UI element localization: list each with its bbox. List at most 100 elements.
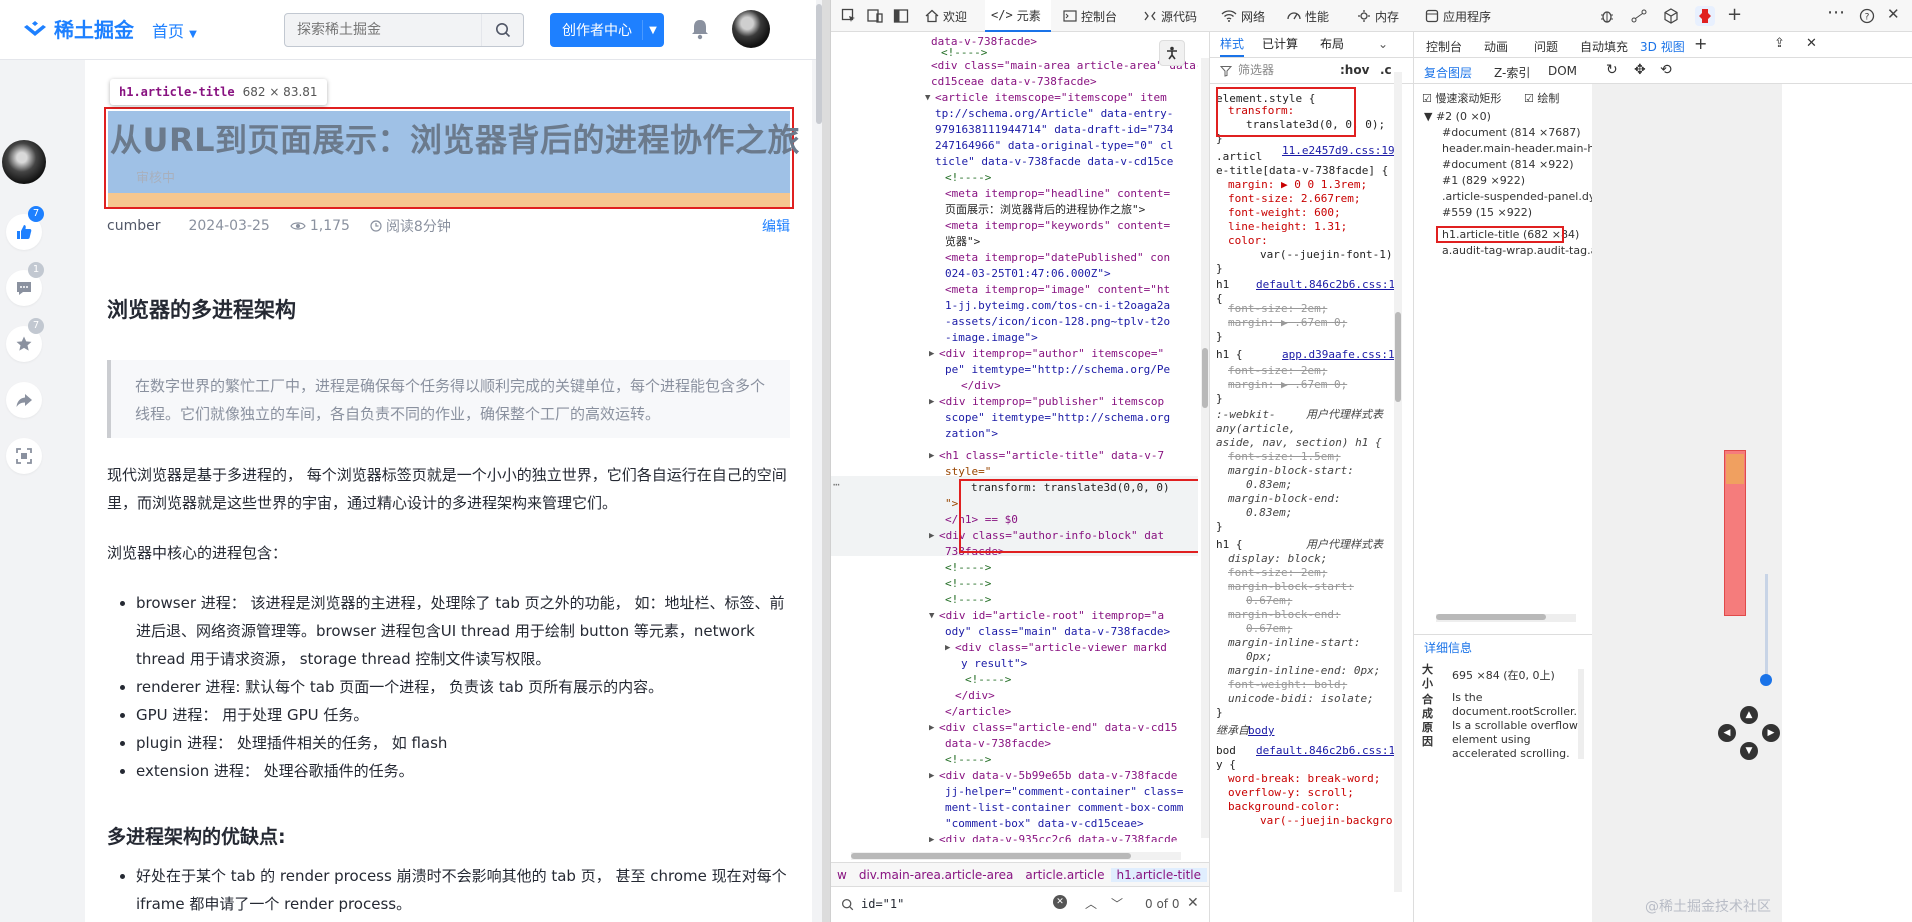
dom-node-line[interactable]: ody" class="main" data-v-738facde> [945, 624, 1170, 640]
drawer-tab-3d-view[interactable]: 3D 视图 [1640, 38, 1685, 55]
dom-node-line[interactable]: </article> [945, 704, 1011, 720]
expand-right-icon[interactable]: ▶ [929, 720, 934, 736]
tab-composited-layers[interactable]: 复合图层 [1424, 64, 1472, 81]
checkbox-paint[interactable]: ☑ 绘制 [1524, 90, 1559, 106]
css-property[interactable]: margin: ▶ 0 0 1.3rem; [1228, 178, 1367, 193]
close-devtools-icon[interactable]: ✕ [1887, 5, 1900, 23]
css-property-overridden[interactable]: font-size: 2em; [1228, 364, 1327, 379]
edit-link[interactable]: 编辑 [762, 216, 790, 236]
search-input[interactable] [285, 14, 485, 46]
dom-node-line[interactable]: <article itemscope="itemscope" item [935, 90, 1167, 106]
pan-left-icon[interactable]: ◀ [1718, 724, 1736, 742]
extension-red-icon[interactable] [1695, 6, 1715, 26]
stylesheet-link[interactable]: 11.e2457d9.css:19 [1282, 144, 1395, 159]
notification-bell-icon[interactable] [690, 18, 710, 40]
layer-3d-title[interactable] [1726, 454, 1744, 484]
drawer-tab-issues[interactable]: 问题 [1534, 38, 1558, 55]
drawer-tab-autofill[interactable]: 自动填充 [1580, 38, 1628, 55]
breadcrumb-item[interactable]: div.main-area.article-area [853, 868, 1020, 882]
dom-node-line[interactable]: <div class="main-area article-area" data… [931, 58, 1198, 74]
dom-node-line[interactable]: <h1 class="article-title" data-v-7 [939, 448, 1164, 464]
css-property[interactable]: margin-block-start: [1228, 580, 1354, 595]
dom-node-line[interactable]: <!----> [945, 560, 991, 576]
css-property[interactable]: margin-block-start: [1228, 464, 1354, 479]
dom-node-line[interactable]: zation"> [945, 426, 998, 442]
dom-node-line[interactable]: <div data-v-935cc2c6 data-v-738facde [939, 832, 1177, 842]
dom-node-line[interactable]: <!----> [965, 672, 1011, 688]
stylesheet-link[interactable]: default.846c2b6.css:1 [1256, 278, 1395, 293]
dom-node-line[interactable]: <meta itemprop="image" content="ht [945, 282, 1170, 298]
css-property[interactable]: word-break: break-word; [1228, 772, 1380, 787]
node-ellipsis-icon[interactable]: ⋯ [833, 477, 840, 493]
checkbox-slow-scroll[interactable]: ☑ 慢速滚动矩形 [1422, 90, 1501, 106]
css-property[interactable]: background-color: [1228, 800, 1341, 815]
layer-tree-item[interactable]: #1 (829 ×922) [1442, 174, 1525, 187]
css-property[interactable]: margin-inline-start: [1228, 636, 1360, 651]
css-property[interactable]: var(--juejin-font-1) [1260, 248, 1392, 263]
search-button[interactable] [481, 14, 523, 46]
pan-right-icon[interactable]: ▶ [1762, 724, 1780, 742]
pan-icon[interactable]: ✥ [1634, 62, 1646, 78]
dom-node-line[interactable]: ment-list-container comment-box-comm [945, 800, 1183, 816]
expand-right-icon[interactable]: ▶ [929, 528, 934, 544]
device-toolbar-icon[interactable] [867, 8, 883, 24]
drawer-tab-animations[interactable]: 动画 [1484, 38, 1508, 55]
help-icon[interactable]: ? [1859, 8, 1875, 24]
inspect-element-icon[interactable] [841, 8, 857, 24]
css-property[interactable]: font-size: 2.667rem; [1228, 192, 1360, 207]
creator-center-button[interactable]: 创作者中心 ▼ [550, 13, 664, 47]
collect-button[interactable]: 7 [6, 318, 44, 362]
tab-performance[interactable]: 性能 [1287, 0, 1329, 32]
dom-node-line[interactable]: <div class="article-end" data-v-cd15 [939, 720, 1177, 736]
dom-node-line[interactable]: scope" itemtype="http://schema.org [945, 410, 1170, 426]
dom-scrollbar[interactable] [1201, 58, 1209, 838]
tab-sources[interactable]: 源代码 [1143, 0, 1197, 32]
css-property[interactable]: line-height: 1.31; [1228, 220, 1347, 235]
rotate-icon[interactable]: ⟲ [1660, 62, 1672, 78]
dom-node-line[interactable]: 1-jj.byteimg.com/tos-cn-i-t2oaga2a [945, 298, 1170, 314]
comment-button[interactable]: 1 [6, 262, 44, 306]
css-property[interactable]: 0.83em; [1246, 506, 1292, 521]
css-property[interactable]: color: [1228, 234, 1268, 249]
dom-node-line[interactable]: <div class="article-viewer markd [955, 640, 1167, 656]
cls-toggle[interactable]: .c [1380, 63, 1392, 78]
dom-node-line[interactable]: <div itemprop="author" itemscope=" [939, 346, 1164, 362]
detail-scrollbar[interactable] [1578, 669, 1584, 759]
fullscreen-button[interactable] [6, 438, 42, 474]
css-property[interactable]: 0.67em; [1246, 594, 1292, 609]
graph-icon[interactable] [1631, 8, 1647, 24]
tab-welcome[interactable]: 欢迎 [925, 0, 981, 32]
bug-icon[interactable] [1599, 8, 1615, 24]
tab-console[interactable]: 控制台 [1063, 0, 1117, 32]
author-avatar[interactable] [2, 140, 46, 184]
dom-node-line[interactable]: "comment-box" data-v-cd15ceae> [945, 816, 1144, 832]
styles-scrollbar[interactable] [1394, 72, 1402, 892]
user-avatar[interactable] [732, 10, 770, 48]
tab-layout[interactable]: 布局 [1320, 37, 1344, 52]
add-tab-icon[interactable]: + [1727, 4, 1742, 25]
tab-elements[interactable]: </> 元素 [985, 0, 1051, 32]
find-prev-icon[interactable]: ︿ [1085, 895, 1097, 912]
tab-network[interactable]: 网络 [1221, 0, 1265, 32]
dom-node-line[interactable]: 247164966" data-original-type="0" cl [935, 138, 1173, 154]
clear-find-icon[interactable]: ✕ [1053, 895, 1067, 909]
dom-node-line[interactable]: jj-helper="comment-container" class= [945, 784, 1183, 800]
zoom-slider-handle[interactable] [1760, 674, 1772, 686]
find-next-icon[interactable]: ﹀ [1111, 895, 1123, 912]
pan-down-icon[interactable]: ▼ [1740, 742, 1758, 760]
like-button[interactable]: 7 [6, 206, 44, 250]
close-drawer-icon[interactable]: ✕ [1806, 36, 1817, 51]
css-property[interactable]: font-weight: bold; [1228, 678, 1347, 693]
dom-node-line[interactable]: <!----> [945, 576, 991, 592]
css-property[interactable]: display: block; [1228, 552, 1327, 567]
css-property[interactable]: font-size: 2em; [1228, 566, 1327, 581]
dom-node-line[interactable]: -image.image"> [945, 330, 1038, 346]
audit-tag[interactable]: 审核中 [136, 167, 175, 186]
layer-tree-item[interactable]: ▼ #2 (0 ×0) [1424, 110, 1491, 123]
close-find-icon[interactable]: ✕ [1187, 895, 1199, 911]
css-property[interactable]: margin-block-end: [1228, 492, 1341, 507]
hov-toggle[interactable]: :hov [1340, 63, 1369, 78]
css-property-overridden[interactable]: margin: ▶ .67em 0; [1228, 316, 1347, 331]
layer-tree-hscroll[interactable] [1436, 614, 1576, 622]
expand-right-icon[interactable]: ▶ [929, 768, 934, 784]
